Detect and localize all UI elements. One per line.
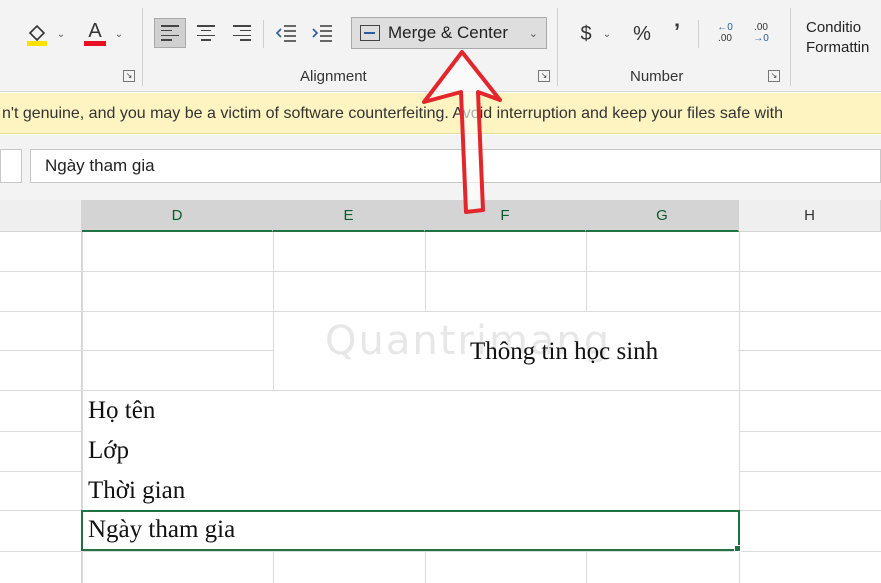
license-warning-bar: n't genuine, and you may be a victim of …	[0, 93, 881, 134]
align-right-icon	[231, 24, 253, 42]
currency-button[interactable]: $	[575, 20, 597, 48]
currency-dropdown-icon[interactable]: ⌄	[600, 26, 614, 42]
worksheet-grid: D E F G H Quantrimang Thông tin học sinh…	[0, 200, 881, 583]
gridline	[425, 551, 426, 583]
license-warning-text: n't genuine, and you may be a victim of …	[2, 105, 783, 122]
column-header-e[interactable]: E	[273, 200, 425, 232]
column-header-g[interactable]: G	[586, 200, 739, 232]
decrease-decimal-icon: →0	[753, 33, 769, 44]
align-left-icon	[159, 24, 181, 42]
fill-handle[interactable]	[734, 545, 741, 552]
cell-thoi-gian: Thời gian	[88, 477, 186, 504]
increase-indent-button[interactable]	[306, 18, 338, 48]
column-header-d[interactable]: D	[82, 200, 273, 232]
gridline	[0, 271, 881, 272]
row-header-corner[interactable]	[0, 200, 82, 232]
conditional-formatting-line2: Formattin	[806, 39, 870, 56]
number-group-label: Number	[630, 68, 684, 85]
divider	[557, 8, 558, 86]
cell-title: Thông tin học sinh	[470, 338, 659, 365]
merge-center-button[interactable]: Merge & Center ⌄	[351, 17, 547, 49]
column-header-f[interactable]: F	[425, 200, 586, 232]
merge-center-label: Merge & Center	[388, 23, 508, 42]
comma-style-button[interactable]: ’	[668, 18, 686, 46]
conditional-formatting-line1: Conditio	[806, 19, 862, 36]
increase-decimal-label: .00	[718, 33, 732, 44]
divider	[790, 8, 791, 86]
cell-lop: Lớp	[88, 437, 129, 464]
fill-color-dropdown-icon[interactable]: ⌄	[54, 26, 68, 42]
decrease-indent-icon	[275, 25, 296, 42]
align-right-button[interactable]	[226, 18, 258, 48]
divider	[263, 20, 264, 48]
gridline	[273, 551, 274, 583]
increase-decimal-icon: ←0	[717, 22, 733, 33]
cell-ho-ten: Họ tên	[88, 397, 156, 424]
column-header-h[interactable]: H	[739, 200, 881, 232]
alignment-group-label: Alignment	[300, 68, 367, 85]
align-left-button[interactable]	[154, 18, 186, 48]
font-dialog-launcher-icon[interactable]: ↘	[123, 70, 135, 82]
align-center-button[interactable]	[190, 18, 222, 48]
increase-indent-icon	[312, 25, 332, 42]
fill-color-button[interactable]	[22, 20, 52, 48]
row-header-column[interactable]	[0, 232, 82, 583]
formula-input[interactable]: Ngày tham gia	[30, 149, 881, 183]
number-dialog-launcher-icon[interactable]: ↘	[768, 70, 780, 82]
gridline	[425, 232, 426, 311]
decrease-decimal-button[interactable]: .00 →0	[746, 18, 776, 48]
gridline	[586, 551, 587, 583]
fill-color-icon	[27, 24, 47, 46]
font-color-swatch-icon	[84, 40, 106, 46]
decrease-decimal-label: .00	[754, 22, 768, 33]
name-box[interactable]	[0, 149, 22, 183]
percent-button[interactable]: %	[630, 20, 654, 48]
font-color-button[interactable]: A	[80, 18, 110, 48]
divider	[698, 20, 699, 48]
gridline	[0, 551, 881, 552]
active-cell-selection[interactable]	[81, 510, 740, 551]
align-center-icon	[195, 24, 217, 42]
alignment-dialog-launcher-icon[interactable]: ↘	[538, 70, 550, 82]
font-color-letter: A	[88, 19, 102, 42]
divider	[142, 8, 143, 86]
merge-cells-icon	[360, 25, 380, 41]
font-color-dropdown-icon[interactable]: ⌄	[112, 26, 126, 42]
conditional-formatting-button[interactable]: Conditio Formattin	[806, 18, 881, 58]
merge-dropdown-icon[interactable]: ⌄	[529, 27, 538, 40]
formula-bar: Ngày tham gia	[0, 135, 881, 200]
gridline	[586, 232, 587, 311]
increase-decimal-button[interactable]: ←0 .00	[710, 18, 740, 48]
decrease-indent-button[interactable]	[270, 18, 302, 48]
ribbon: ⌄ A ⌄ ↘ Merge & Center ⌄ Alignment ↘ $ ⌄…	[0, 0, 881, 92]
